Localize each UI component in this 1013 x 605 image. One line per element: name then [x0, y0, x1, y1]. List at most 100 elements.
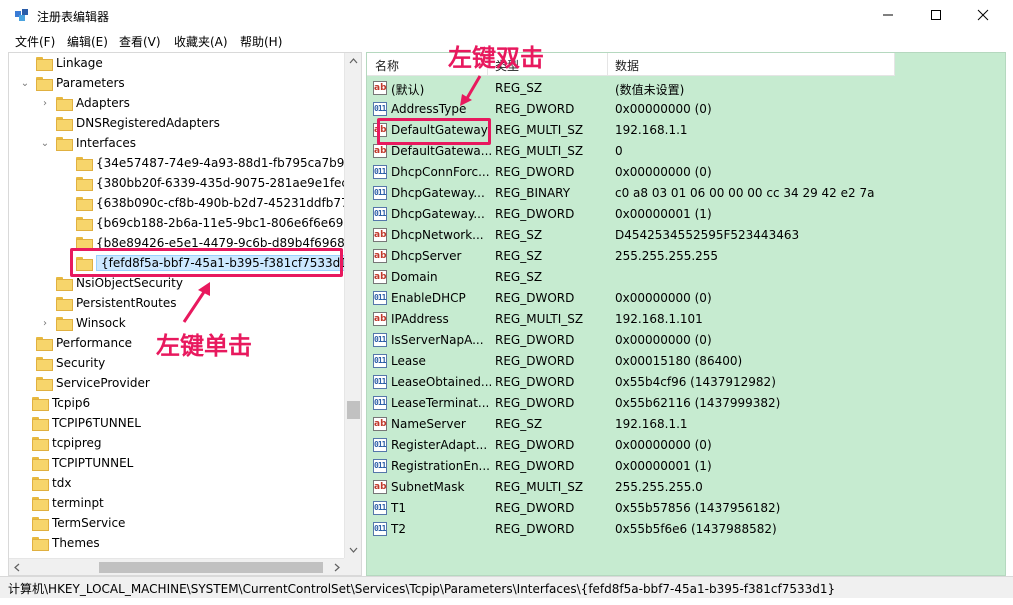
value-row[interactable]: ab DhcpServer REG_SZ 255.255.255.255 — [367, 246, 1005, 267]
value-row[interactable]: 011 Lease REG_DWORD 0x00015180 (86400) — [367, 351, 1005, 372]
binary-value-icon: 011 — [373, 165, 387, 179]
tree-item-label: DNSRegisteredAdapters — [76, 116, 220, 130]
value-row[interactable]: 011 LeaseObtained... REG_DWORD 0x55b4cf96 (… — [367, 372, 1005, 393]
tree-item[interactable]: TermService — [15, 513, 125, 533]
tree-vertical-scrollbar[interactable] — [344, 53, 361, 558]
menu-help[interactable]: 帮助(H) — [240, 33, 282, 50]
column-separator[interactable] — [894, 53, 895, 76]
menu-file[interactable]: 文件(F) — [15, 33, 55, 50]
value-name: DhcpNetwork... — [391, 228, 484, 242]
value-row[interactable]: ab SubnetMask REG_MULTI_SZ 255.255.255.0 — [367, 477, 1005, 498]
tree-item[interactable]: TCPIPTUNNEL — [15, 453, 133, 473]
status-path: 计算机\HKEY_LOCAL_MACHINE\SYSTEM\CurrentCon… — [8, 582, 836, 596]
tree-item[interactable]: › Winsock — [39, 313, 126, 333]
tree-item[interactable]: {380bb20f-6339-435d-9075-281ae9e1fec2} — [59, 173, 362, 193]
menu-edit[interactable]: 编辑(E) — [67, 33, 108, 50]
value-row[interactable]: 011 DhcpConnForc... REG_DWORD 0x00000000 (0… — [367, 162, 1005, 183]
value-type: REG_DWORD — [495, 333, 575, 347]
scroll-right-icon[interactable] — [332, 563, 341, 572]
value-data: 255.255.255.255 — [615, 249, 719, 263]
column-separator[interactable] — [607, 53, 608, 76]
tree-item-label: TCPIPTUNNEL — [52, 456, 134, 470]
value-row[interactable]: ab IPAddress REG_MULTI_SZ 192.168.1.101 — [367, 309, 1005, 330]
menu-view[interactable]: 查看(V) — [119, 33, 161, 50]
value-data: 0x00015180 (86400) — [615, 354, 743, 368]
folder-icon — [56, 97, 73, 111]
value-data: 192.168.1.101 — [615, 312, 703, 326]
folder-icon — [76, 177, 93, 191]
tree-item[interactable]: {638b090c-cf8b-490b-b2d7-45231ddfb773 — [59, 193, 356, 213]
scroll-down-icon[interactable] — [349, 545, 358, 554]
menu-favorites[interactable]: 收藏夹(A) — [174, 33, 228, 50]
double-click-arrow-icon — [460, 75, 482, 106]
tree-item[interactable]: TCPIP6TUNNEL — [15, 413, 141, 433]
tree-item[interactable]: {b69cb188-2b6a-11e5-9bc1-806e6f6e6963 — [59, 213, 359, 233]
value-type: REG_DWORD — [495, 459, 575, 473]
value-row[interactable]: ab NameServer REG_SZ 192.168.1.1 — [367, 414, 1005, 435]
tree-item[interactable]: › Adapters — [39, 93, 130, 113]
string-value-icon: ab — [373, 81, 387, 95]
title-bar: 注册表编辑器 — [0, 0, 1013, 30]
tree-item[interactable]: PersistentRoutes — [39, 293, 176, 313]
value-row[interactable]: 011 EnableDHCP REG_DWORD 0x00000000 (0) — [367, 288, 1005, 309]
tree-item[interactable]: terminpt — [15, 493, 104, 513]
value-name: RegistrationEn... — [391, 459, 490, 473]
column-data-header[interactable]: 数据 — [615, 57, 639, 74]
tree-item[interactable]: Tcpip6 — [15, 393, 90, 413]
scroll-up-icon[interactable] — [349, 57, 358, 66]
tree-item-label: {380bb20f-6339-435d-9075-281ae9e1fec2} — [96, 176, 362, 190]
tree-item[interactable]: DNSRegisteredAdapters — [39, 113, 220, 133]
folder-icon — [36, 377, 53, 391]
string-value-icon: ab — [373, 270, 387, 284]
tree-item[interactable]: ⌄ Interfaces — [39, 133, 136, 153]
value-row[interactable]: ab Domain REG_SZ — [367, 267, 1005, 288]
tree-item[interactable]: ServiceProvider — [19, 373, 150, 393]
folder-icon — [32, 397, 49, 411]
value-row[interactable]: 011 IsServerNapA... REG_DWORD 0x00000000 (0… — [367, 330, 1005, 351]
expanded-chevron-icon[interactable]: ⌄ — [19, 77, 31, 89]
tree-item[interactable]: {34e57487-74e9-4a93-88d1-fb795ca7b931 — [59, 153, 360, 173]
tree-item-label: TermService — [52, 516, 126, 530]
maximize-button[interactable] — [913, 0, 959, 30]
collapsed-chevron-icon[interactable]: › — [39, 317, 51, 329]
status-bar: 计算机\HKEY_LOCAL_MACHINE\SYSTEM\CurrentCon… — [0, 576, 1013, 598]
tree-scroll-thumb[interactable] — [347, 401, 360, 419]
value-name: EnableDHCP — [391, 291, 466, 305]
tree-item-label: {638b090c-cf8b-490b-b2d7-45231ddfb773 — [96, 196, 357, 210]
value-row[interactable]: 011 RegistrationEn... REG_DWORD 0x00000001 … — [367, 456, 1005, 477]
value-row[interactable]: 011 DhcpGateway... REG_DWORD 0x00000001 (1) — [367, 204, 1005, 225]
regedit-app-icon — [15, 9, 28, 21]
tree-item[interactable]: Linkage — [19, 53, 103, 73]
value-name: Domain — [391, 270, 438, 284]
value-row[interactable]: 011 DhcpGateway... REG_BINARY c0 a8 03 01 0… — [367, 183, 1005, 204]
minimize-button[interactable] — [865, 0, 911, 30]
tree-item[interactable]: ⌄ Parameters — [19, 73, 125, 93]
tree-horizontal-scrollbar[interactable] — [9, 558, 345, 575]
maximize-icon — [931, 10, 941, 20]
collapsed-chevron-icon[interactable]: › — [39, 97, 51, 109]
value-row[interactable]: 011 RegisterAdapt... REG_DWORD 0x00000000 (… — [367, 435, 1005, 456]
value-row[interactable]: 011 T2 REG_DWORD 0x55b5f6e6 (1437988582) — [367, 519, 1005, 540]
tree-hscroll-thumb[interactable] — [99, 562, 323, 573]
tree-item[interactable]: Security — [19, 353, 105, 373]
close-button[interactable] — [960, 0, 1006, 30]
value-type: REG_SZ — [495, 417, 543, 431]
scroll-left-icon[interactable] — [13, 563, 22, 572]
column-name-header[interactable]: 名称 — [375, 57, 399, 74]
value-row[interactable]: 011 T1 REG_DWORD 0x55b57856 (1437956182) — [367, 498, 1005, 519]
value-row[interactable]: ab DhcpNetwork... REG_SZ D4542534552595F523… — [367, 225, 1005, 246]
tree-item[interactable]: tcpipreg — [15, 433, 102, 453]
value-row[interactable]: 011 LeaseTerminat... REG_DWORD 0x55b62116 (… — [367, 393, 1005, 414]
tree-item-label: Parameters — [56, 76, 125, 90]
tree-item[interactable]: Performance — [19, 333, 132, 353]
tree-item[interactable]: Themes — [15, 533, 100, 553]
tree-item[interactable]: tdx — [15, 473, 71, 493]
value-type: REG_MULTI_SZ — [495, 144, 584, 158]
expanded-chevron-icon[interactable]: ⌄ — [39, 137, 51, 149]
